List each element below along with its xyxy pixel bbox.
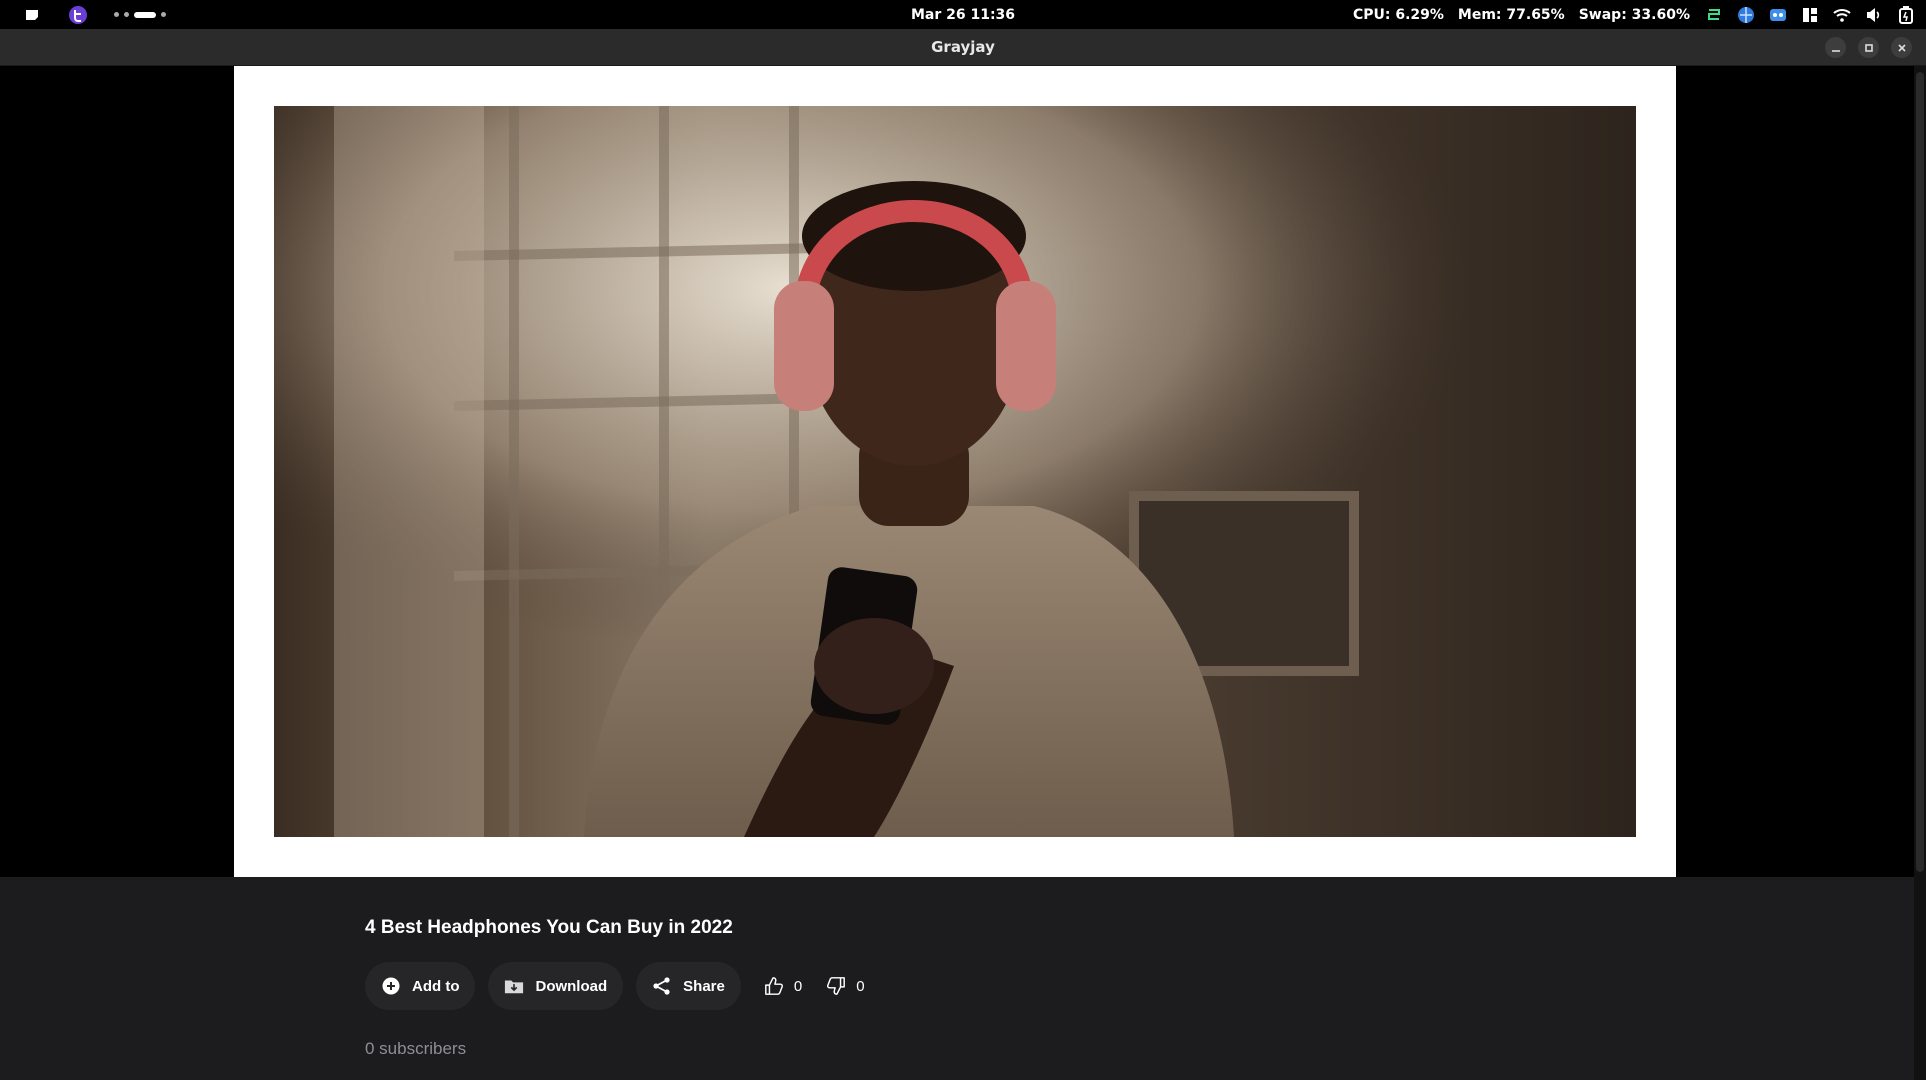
system-bar-right: CPU: 6.29% Mem: 77.65% Swap: 33.60%	[1353, 0, 1916, 29]
like-control[interactable]: 0	[764, 976, 802, 996]
minimize-button[interactable]	[1825, 37, 1846, 58]
share-label: Share	[683, 977, 725, 995]
workspace-dot[interactable]	[161, 12, 166, 17]
scrollbar-thumb[interactable]	[1916, 72, 1924, 872]
video-player[interactable]	[0, 66, 1914, 877]
video-title: 4 Best Headphones You Can Buy in 2022	[365, 917, 733, 938]
dislike-count: 0	[856, 977, 865, 995]
share-icon	[652, 976, 672, 996]
video-actions: Add to Download Share 0 0	[365, 962, 879, 1010]
app-launcher-icon[interactable]	[68, 5, 88, 25]
share-button[interactable]: Share	[636, 962, 741, 1010]
video-scene-illustration	[274, 106, 1636, 837]
volume-icon[interactable]	[1864, 5, 1884, 25]
workspace-dot[interactable]	[124, 12, 129, 17]
video-frame[interactable]	[234, 66, 1676, 877]
subscriber-count: 0 subscribers	[365, 1039, 467, 1058]
workspace-indicator[interactable]	[114, 11, 166, 18]
clock[interactable]: Mar 26 11:36	[911, 7, 1015, 23]
download-label: Download	[535, 977, 608, 995]
plus-circle-icon	[381, 976, 401, 996]
wifi-icon[interactable]	[1832, 5, 1852, 25]
workspace-dot[interactable]	[114, 12, 119, 17]
download-folder-icon	[504, 976, 524, 996]
system-bar-left	[22, 0, 166, 29]
video-details: 4 Best Headphones You Can Buy in 2022 Ad…	[0, 877, 1914, 1080]
battery-icon[interactable]	[1896, 5, 1916, 25]
video-thumbnail[interactable]	[274, 106, 1636, 837]
cpu-usage: CPU: 6.29%	[1352, 6, 1444, 23]
rating-controls: 0 0	[764, 976, 879, 996]
add-to-button[interactable]: Add to	[365, 962, 476, 1010]
memory-usage: Mem: 77.65%	[1457, 6, 1565, 23]
grayjay-app: 4 Best Headphones You Can Buy in 2022 Ad…	[0, 66, 1926, 1080]
sync-icon[interactable]	[1704, 5, 1724, 25]
window-controls	[1825, 37, 1912, 58]
close-button[interactable]	[1891, 37, 1912, 58]
system-top-bar: Mar 26 11:36 CPU: 6.29% Mem: 77.65% Swap…	[0, 0, 1926, 29]
dislike-control[interactable]: 0	[826, 976, 865, 996]
layout-icon[interactable]	[1800, 5, 1820, 25]
window-title-bar: Grayjay	[0, 29, 1926, 66]
page-scrollbar[interactable]	[1914, 66, 1926, 1080]
workspace-active[interactable]	[134, 11, 156, 18]
add-to-label: Add to	[412, 977, 460, 995]
bluetooth-app-icon[interactable]	[1768, 5, 1788, 25]
maximize-button[interactable]	[1858, 37, 1879, 58]
download-button[interactable]: Download	[488, 962, 624, 1010]
menu-icon[interactable]	[22, 5, 42, 25]
window-title: Grayjay	[931, 38, 995, 56]
thumbs-down-icon[interactable]	[826, 976, 846, 996]
swap-usage: Swap: 33.60%	[1578, 6, 1690, 23]
thumbs-up-icon[interactable]	[764, 976, 784, 996]
like-count: 0	[793, 977, 803, 995]
globe-icon[interactable]	[1736, 5, 1756, 25]
